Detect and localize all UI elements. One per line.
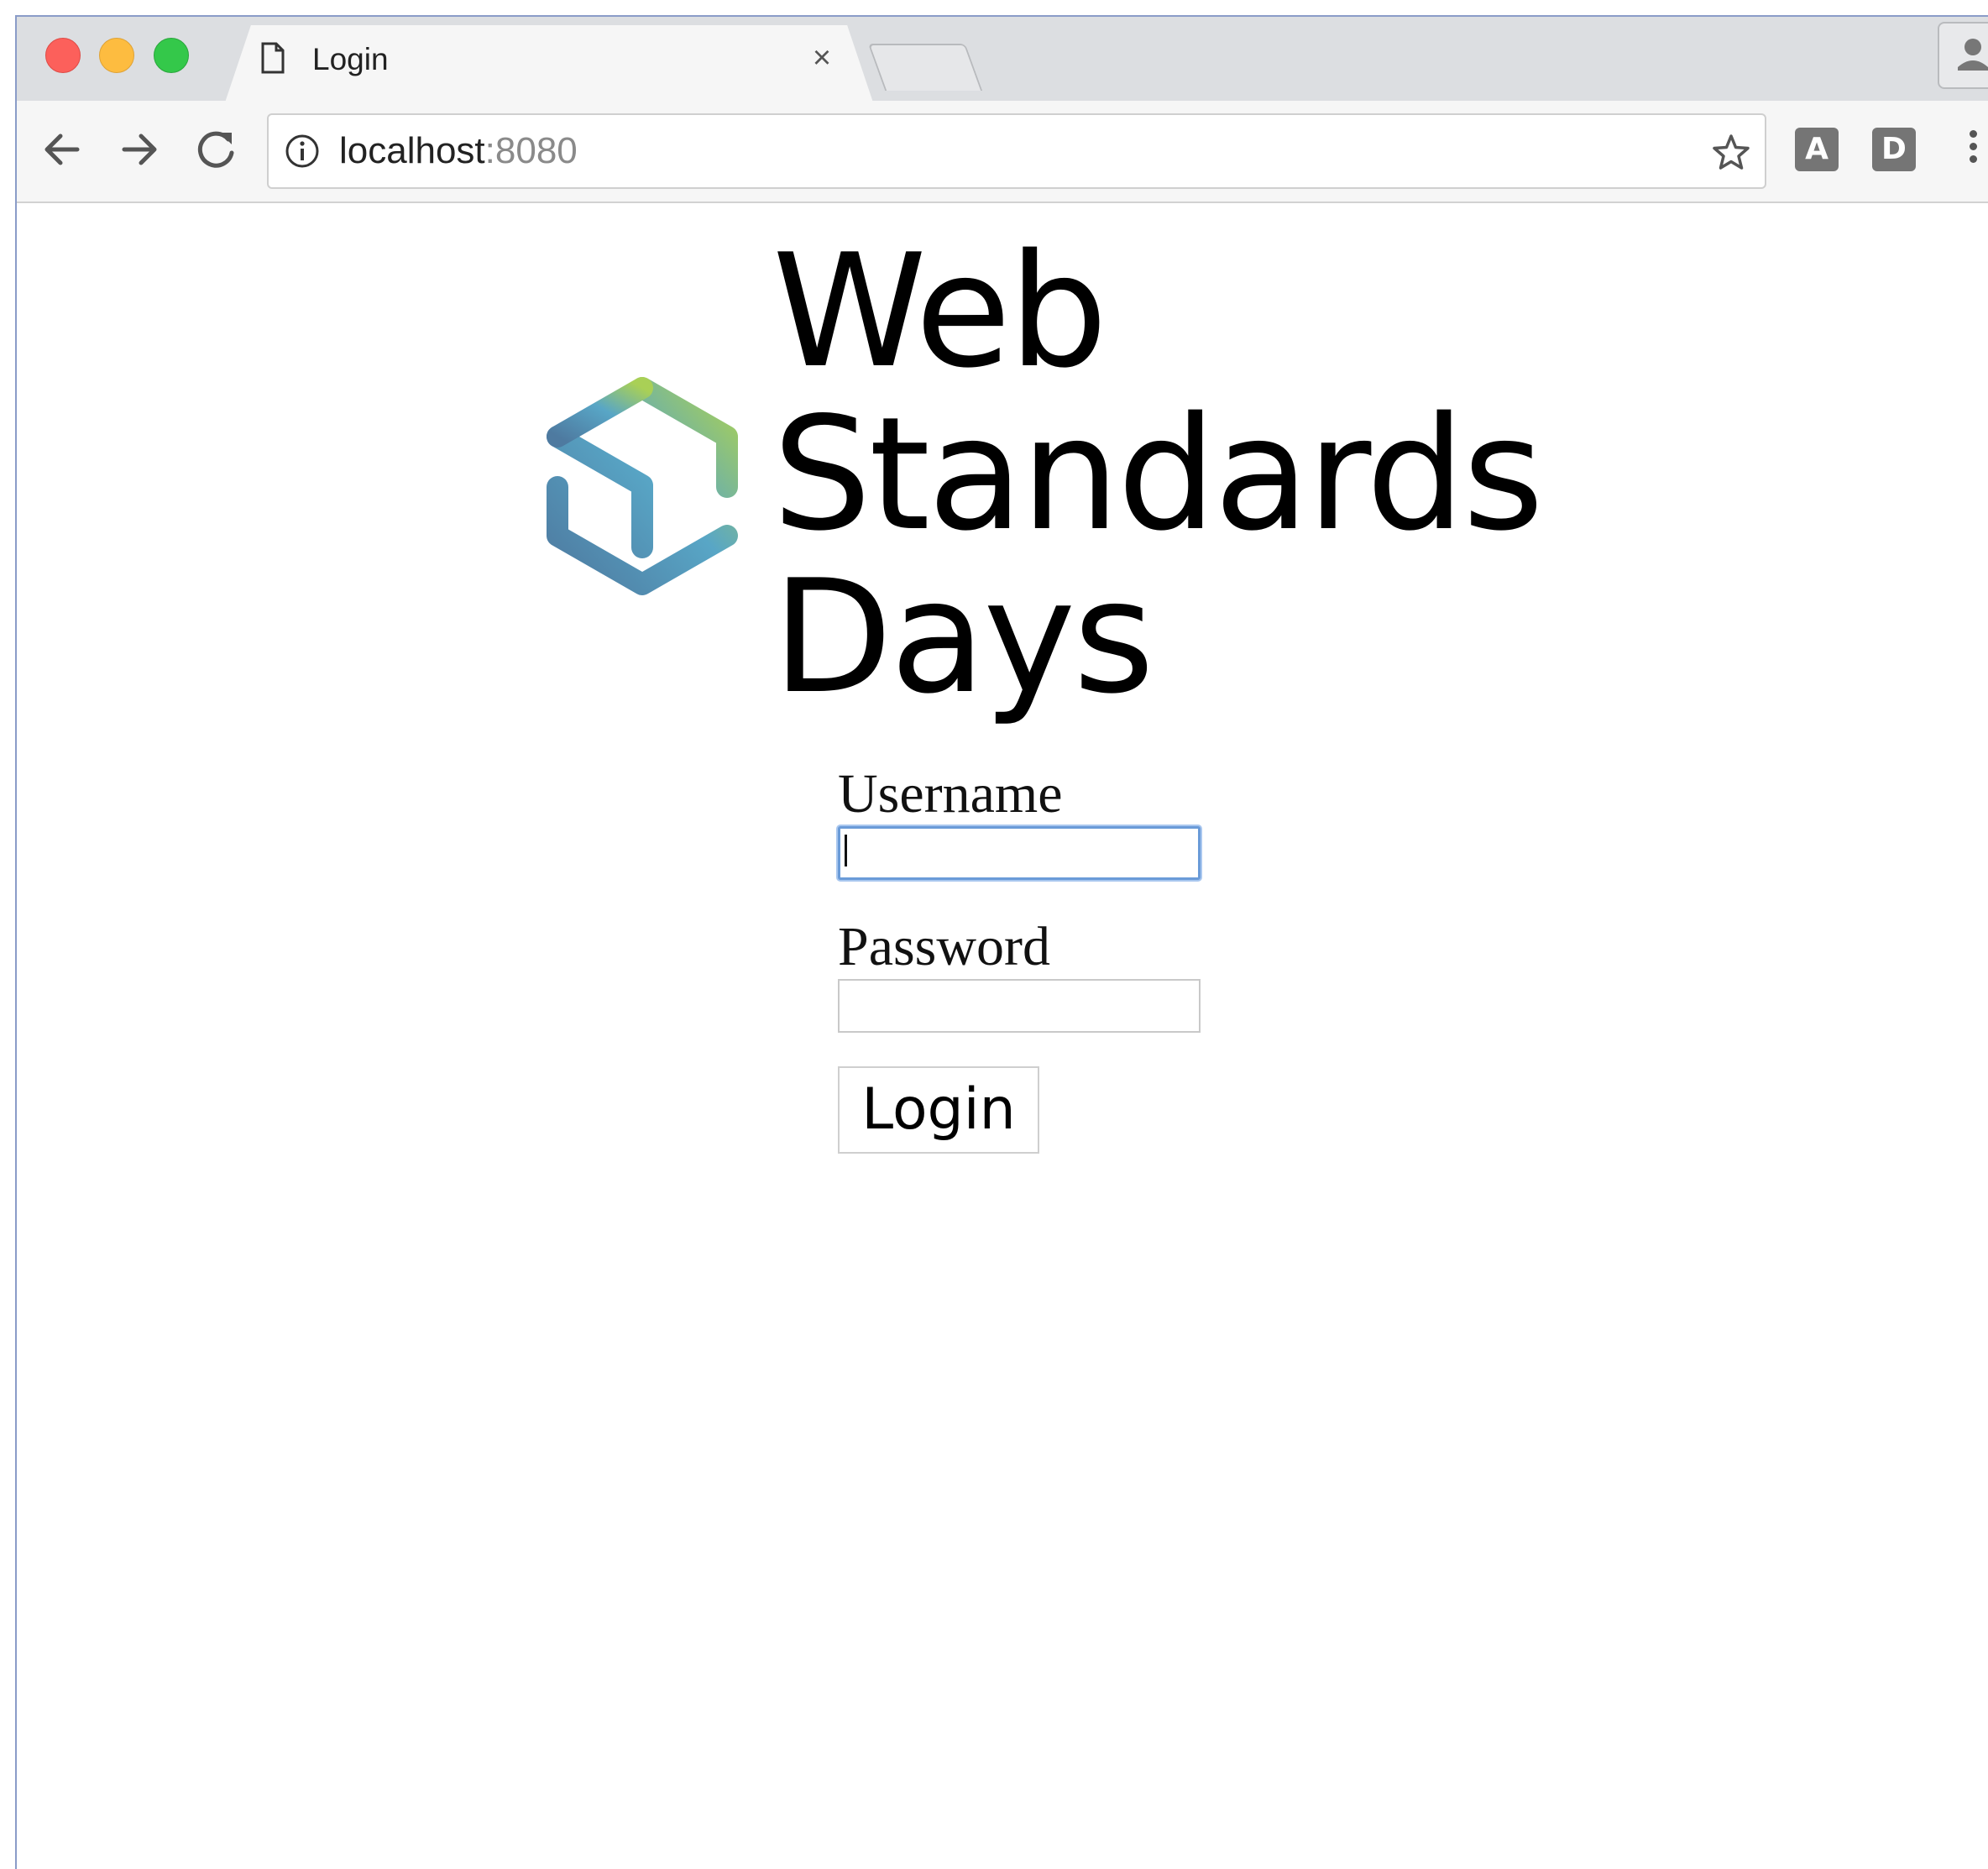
maximize-window-button[interactable]: [154, 38, 189, 73]
new-tab-button[interactable]: [867, 44, 983, 91]
reload-icon: [197, 131, 234, 168]
username-input[interactable]: [838, 826, 1201, 880]
username-label: Username: [838, 763, 1063, 825]
arrow-right-icon: [122, 134, 157, 165]
back-button[interactable]: [35, 123, 89, 176]
arrow-left-icon: [44, 134, 80, 165]
url-text[interactable]: localhost:8080: [339, 129, 578, 173]
logo-cube-icon: [547, 377, 738, 595]
url-port: :8080: [484, 130, 578, 171]
browser-window: Login × localhost:8080 A D Web Standards…: [15, 15, 1988, 1869]
minimize-window-button[interactable]: [99, 38, 134, 73]
profile-icon[interactable]: [1938, 22, 1988, 89]
forward-button[interactable]: [112, 123, 166, 176]
page-icon: [261, 42, 285, 74]
url-host: localhost: [339, 130, 485, 171]
login-button[interactable]: Login: [838, 1066, 1039, 1154]
logo-wordmark: Web Standards Days: [772, 220, 1544, 728]
title-bar: Login ×: [17, 17, 1988, 102]
password-input[interactable]: [838, 979, 1201, 1033]
login-form: Username Password Login: [838, 762, 1342, 1154]
logo-line-3: Days: [772, 546, 1154, 728]
username-field-wrapper: [838, 826, 1201, 880]
extension-d-icon[interactable]: D: [1872, 128, 1916, 171]
info-icon[interactable]: [284, 133, 321, 170]
password-label: Password: [838, 916, 1051, 977]
logo-line-2: Standards: [772, 383, 1544, 565]
close-window-button[interactable]: [45, 38, 81, 73]
kebab-menu-icon[interactable]: [1964, 126, 1981, 176]
page-content: Web Standards Days Username Password Log…: [17, 203, 1988, 1869]
extension-a-icon[interactable]: A: [1795, 128, 1839, 171]
close-tab-icon[interactable]: ×: [806, 42, 838, 74]
text-caret: [845, 835, 847, 866]
star-icon[interactable]: [1709, 131, 1753, 175]
tab-title: Login: [312, 42, 389, 76]
reload-button[interactable]: [190, 123, 243, 176]
logo-line-1: Web: [772, 220, 1108, 402]
